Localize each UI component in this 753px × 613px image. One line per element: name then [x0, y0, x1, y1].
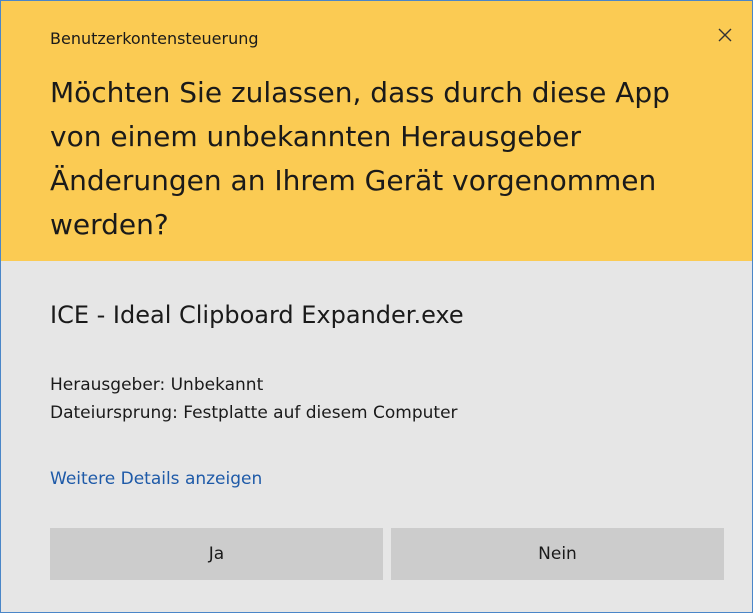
close-button[interactable]: [709, 19, 741, 51]
uac-dialog: Benutzerkontensteuerung Möchten Sie zula…: [0, 0, 753, 613]
dialog-title: Benutzerkontensteuerung: [50, 29, 259, 48]
prompt-question: Möchten Sie zulassen, dass durch diese A…: [50, 76, 670, 241]
dialog-body: ICE - Ideal Clipboard Expander.exe Herau…: [1, 261, 752, 612]
yes-button[interactable]: Ja: [50, 528, 383, 580]
no-button[interactable]: Nein: [391, 528, 724, 580]
close-icon: [718, 28, 732, 42]
app-name: ICE - Ideal Clipboard Expander.exe: [50, 301, 464, 329]
dialog-header: Benutzerkontensteuerung Möchten Sie zula…: [1, 1, 752, 261]
publisher-text: Herausgeber: Unbekannt: [50, 375, 264, 395]
app-info: Herausgeber: Unbekannt Dateiursprung: Fe…: [50, 371, 458, 427]
show-details-link[interactable]: Weitere Details anzeigen: [50, 469, 262, 489]
origin-text: Dateiursprung: Festplatte auf diesem Com…: [50, 403, 458, 423]
